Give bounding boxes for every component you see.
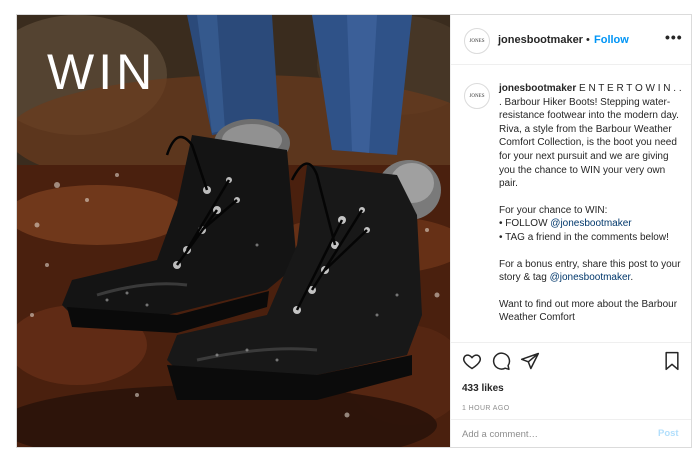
caption-win-intro: For your chance to WIN: [499,204,608,216]
heart-icon[interactable] [462,351,482,371]
caption-paragraph-4: Want to find out more about the Barbour … [499,298,678,324]
more-options-icon[interactable]: ••• [665,29,683,45]
image-overlay-text: WIN [47,44,157,100]
likes-count[interactable]: 433 likes [462,383,504,394]
comment-input[interactable] [462,426,647,442]
caption-tag-line: • TAG a friend in the comments below! [499,231,669,243]
post-image[interactable]: WIN [17,15,450,447]
instagram-post: WIN JONES jonesbootmaker • Follow ••• JO… [16,14,692,448]
share-icon[interactable] [520,351,540,371]
caption-avatar[interactable]: JONES [464,83,490,109]
caption-text: jonesbootmaker E N T E R T O W I N . . .… [499,82,685,338]
separator-dot: • [586,34,590,46]
post-comment-button[interactable]: Post [658,428,679,439]
comment-icon[interactable] [491,351,511,371]
post-sidebar: JONES jonesbootmaker • Follow ••• JONES … [450,15,691,447]
mention-link[interactable]: @jonesbootmaker [550,218,631,229]
caption-paragraph-1: E N T E R T O W I N . . . Barbour Hiker … [499,83,682,190]
caption-username[interactable]: jonesbootmaker [499,83,576,94]
mention-link-2[interactable]: @jonesbootmaker [550,272,631,283]
username-link[interactable]: jonesbootmaker [498,34,583,46]
follow-button[interactable]: Follow [594,34,629,46]
caption-area: JONES jonesbootmaker E N T E R T O W I N… [451,66,691,342]
avatar-logo-text: JONES [469,38,485,44]
post-header: JONES jonesbootmaker • Follow ••• [451,15,691,65]
avatar[interactable]: JONES [464,28,490,54]
comment-bar: Post [451,419,691,447]
post-actions: 433 likes 1 HOUR AGO Post [451,342,691,447]
caption-avatar-logo-text: JONES [469,93,485,99]
bookmark-icon[interactable] [663,351,681,371]
caption-follow-prefix: • FOLLOW [499,218,551,230]
post-timestamp[interactable]: 1 HOUR AGO [462,405,510,412]
caption-bonus-end: . [630,272,634,284]
